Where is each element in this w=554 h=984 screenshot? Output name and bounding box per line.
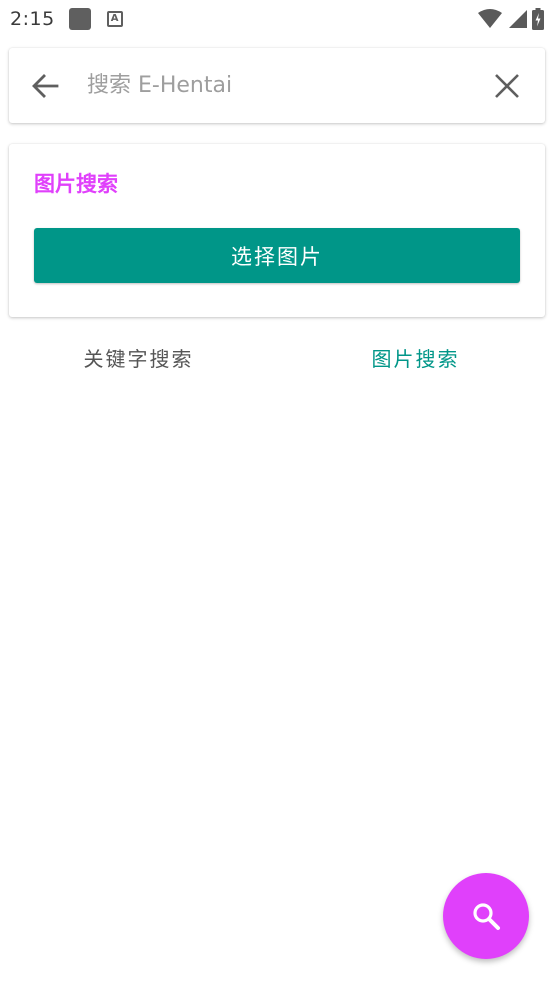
search-input[interactable] xyxy=(85,72,491,99)
search-fab-button[interactable] xyxy=(443,873,529,959)
tab-image-search[interactable]: 图片搜索 xyxy=(277,330,554,384)
search-icon xyxy=(473,903,500,930)
battery-icon xyxy=(532,8,544,30)
wifi-icon xyxy=(478,9,502,28)
search-mode-tabs: 关键字搜索 图片搜索 xyxy=(0,330,554,384)
signal-icon xyxy=(509,10,527,28)
status-bar: 2:15 A xyxy=(0,0,554,38)
image-search-title: 图片搜索 xyxy=(34,172,118,196)
close-icon[interactable] xyxy=(491,70,523,102)
notification-a-icon: A xyxy=(106,11,123,27)
tab-keyword-search[interactable]: 关键字搜索 xyxy=(0,330,277,384)
search-bar xyxy=(9,48,545,123)
image-search-card: 图片搜索 选择图片 xyxy=(9,144,545,317)
status-time: 2:15 xyxy=(10,8,55,30)
back-arrow-icon[interactable] xyxy=(29,70,61,102)
select-image-button[interactable]: 选择图片 xyxy=(34,228,520,283)
status-icons xyxy=(478,8,544,30)
notification-square-icon xyxy=(68,8,91,30)
